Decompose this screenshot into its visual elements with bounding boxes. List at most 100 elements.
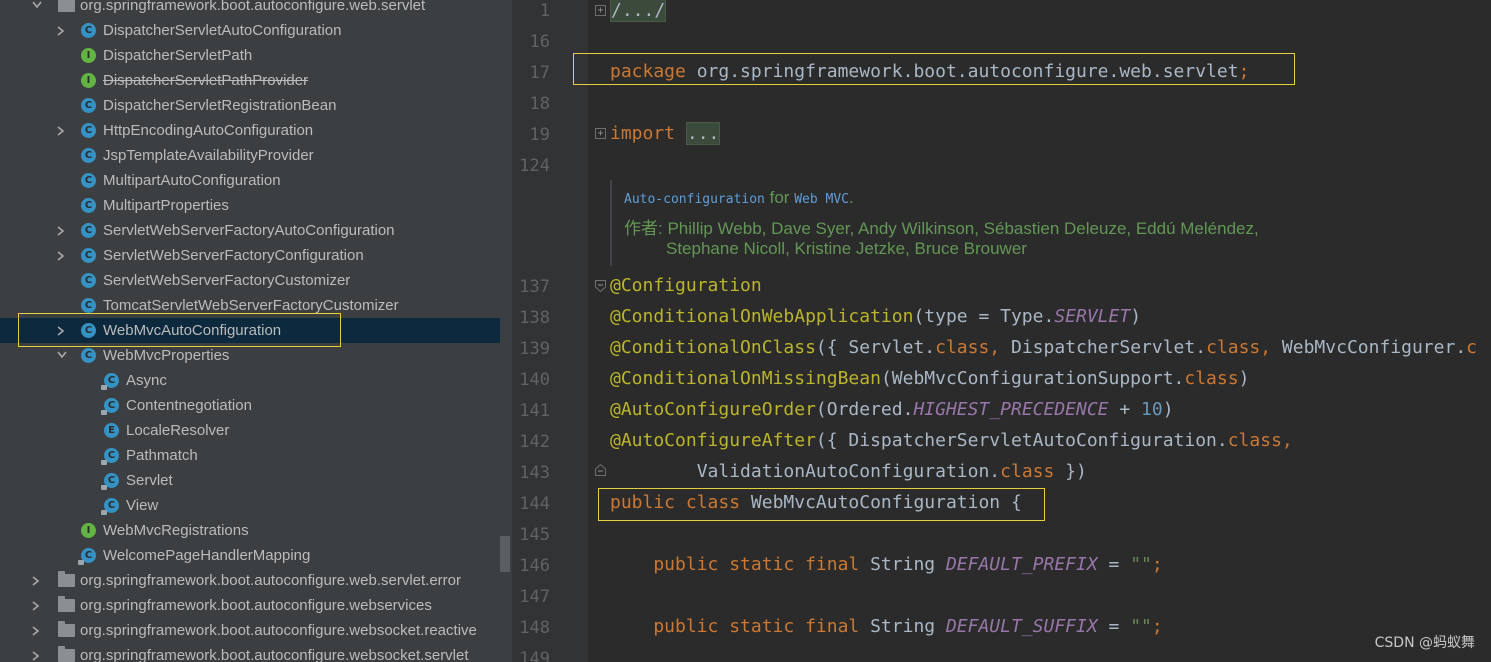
class-keyword: class, bbox=[1206, 337, 1282, 358]
code-line-146: public static final String DEFAULT_PREFI… bbox=[610, 554, 1163, 575]
tree-item[interactable]: C ServletWebServerFactoryAutoConfiguratio… bbox=[0, 218, 500, 243]
project-tree-scrollbar[interactable] bbox=[500, 536, 510, 572]
tree-item[interactable]: C JspTemplateAvailabilityProvider bbox=[0, 143, 500, 168]
doc-authors-line1: Phillip Webb, Dave Syer, Andy Wilkinson,… bbox=[667, 219, 1259, 238]
folder-icon bbox=[58, 571, 75, 587]
doc-code-webmvc: Web MVC bbox=[794, 192, 849, 207]
tree-item[interactable]: org.springframework.boot.autoconfigure.w… bbox=[0, 0, 500, 18]
class-icon: C bbox=[101, 448, 119, 465]
tree-item[interactable]: C Async bbox=[0, 368, 500, 393]
fold-open-icon[interactable] bbox=[595, 280, 606, 293]
string-literal: "" bbox=[1130, 616, 1152, 637]
code-text: (Ordered. bbox=[815, 399, 914, 420]
tree-item[interactable]: C DispatcherServletAutoConfiguration bbox=[0, 18, 500, 43]
chevron-right-icon[interactable] bbox=[30, 618, 44, 643]
type-name: String bbox=[870, 616, 946, 637]
chevron-right-icon[interactable] bbox=[55, 218, 69, 243]
code-text: = bbox=[1097, 616, 1131, 637]
tree-item[interactable]: C TomcatServletWebServerFactoryCustomizer bbox=[0, 293, 500, 318]
tree-item-label: Contentnegotiation bbox=[126, 397, 252, 414]
chevron-down-icon[interactable] bbox=[55, 343, 69, 368]
line-number: 17 bbox=[529, 63, 550, 83]
rendered-javadoc: Auto-configuration for Web MVC. 作者: Phil… bbox=[610, 180, 1370, 266]
class-keyword: class bbox=[1000, 461, 1055, 482]
line-number: 144 bbox=[519, 494, 550, 514]
code-editor[interactable]: 1 16 17 18 19 124 137 138 139 140 141 142 143 144 145 1… bbox=[512, 0, 1491, 662]
tree-item[interactable]: org.springframework.boot.autoconfigure.w… bbox=[0, 643, 500, 662]
class-icon: C bbox=[81, 323, 96, 338]
tree-item[interactable]: C View bbox=[0, 493, 500, 518]
tree-item[interactable]: C Contentnegotiation bbox=[0, 393, 500, 418]
chevron-right-icon[interactable] bbox=[55, 243, 69, 268]
tree-item-label: DispatcherServletRegistrationBean bbox=[103, 97, 337, 114]
class-icon: C bbox=[81, 298, 96, 313]
code-text: WebMvcConfigurer. bbox=[1281, 337, 1467, 358]
tree-item[interactable]: I WebMvcRegistrations bbox=[0, 518, 500, 543]
line-number: 124 bbox=[519, 156, 550, 176]
tree-item[interactable]: C WebMvcProperties bbox=[0, 343, 500, 368]
tree-item[interactable]: C ServletWebServerFactoryConfiguration bbox=[0, 243, 500, 268]
semicolon: ; bbox=[1238, 61, 1250, 82]
chevron-right-icon[interactable] bbox=[55, 118, 69, 143]
tree-item[interactable]: org.springframework.boot.autoconfigure.w… bbox=[0, 593, 500, 618]
chevron-right-icon[interactable] bbox=[30, 643, 44, 662]
enum-icon: E bbox=[104, 423, 119, 438]
tree-item[interactable]: org.springframework.boot.autoconfigure.w… bbox=[0, 568, 500, 593]
line-number: 16 bbox=[529, 32, 550, 52]
tree-item[interactable]: C HttpEncodingAutoConfiguration bbox=[0, 118, 500, 143]
semicolon: ; bbox=[1151, 554, 1163, 575]
tree-item[interactable]: C ServletWebServerFactoryCustomizer bbox=[0, 268, 500, 293]
fold-toggle-icon[interactable]: + bbox=[595, 5, 606, 16]
chevron-right-icon[interactable] bbox=[30, 568, 44, 593]
chevron-right-icon[interactable] bbox=[55, 18, 69, 43]
tree-item[interactable]: E LocaleResolver bbox=[0, 418, 500, 443]
line-number: 137 bbox=[519, 277, 550, 297]
folded-imports[interactable]: ... bbox=[685, 122, 721, 145]
fold-close-icon[interactable] bbox=[595, 463, 606, 476]
tree-item-label: ServletWebServerFactoryConfiguration bbox=[103, 247, 364, 264]
code-line-148: public static final String DEFAULT_SUFFI… bbox=[610, 616, 1162, 637]
tree-item[interactable]: C MultipartAutoConfiguration bbox=[0, 168, 500, 193]
tree-item-label: org.springframework.boot.autoconfigure.w… bbox=[80, 0, 426, 14]
tree-item[interactable]: C WelcomePageHandlerMapping bbox=[0, 543, 500, 568]
package-keyword: package bbox=[610, 61, 686, 82]
chevron-right-icon[interactable] bbox=[30, 593, 44, 618]
fold-toggle-icon[interactable]: + bbox=[595, 128, 606, 139]
code-text: ) bbox=[1162, 399, 1174, 420]
tree-item[interactable]: org.springframework.boot.autoconfigure.w… bbox=[0, 618, 500, 643]
tree-item-label: Pathmatch bbox=[126, 447, 198, 464]
tree-item[interactable]: C DispatcherServletRegistrationBean bbox=[0, 93, 500, 118]
chevron-right-icon[interactable] bbox=[55, 318, 69, 343]
public-class-keyword: public class bbox=[610, 492, 751, 513]
tree-item-label: WebMvcRegistrations bbox=[103, 522, 249, 539]
tree-item-label: MultipartProperties bbox=[103, 197, 229, 214]
code-text: DispatcherServlet. bbox=[1010, 337, 1207, 358]
tree-item[interactable]: C Servlet bbox=[0, 468, 500, 493]
tree-item-label: ServletWebServerFactoryCustomizer bbox=[103, 272, 351, 289]
tree-item[interactable]: I DispatcherServletPathProvider bbox=[0, 68, 500, 93]
line-number: 139 bbox=[519, 339, 550, 359]
interface-icon: I bbox=[81, 523, 96, 538]
tree-item[interactable]: C WebMvcAutoConfiguration bbox=[0, 318, 500, 343]
tree-item-label: DispatcherServletPathProvider bbox=[103, 72, 309, 89]
csdn-watermark: CSDN @蚂蚁舞 bbox=[1374, 635, 1475, 651]
code-text: ) bbox=[1130, 306, 1142, 327]
modifier-keywords: public static final bbox=[610, 616, 871, 637]
folded-header-comment[interactable]: /.../ bbox=[610, 0, 667, 22]
class-keyword: c bbox=[1466, 337, 1477, 358]
tree-item[interactable]: C Pathmatch bbox=[0, 443, 500, 468]
code-line-143: ValidationAutoConfiguration.class }) bbox=[610, 461, 1087, 482]
chevron-down-icon[interactable] bbox=[30, 0, 44, 18]
doc-author-label: 作者: bbox=[624, 219, 663, 238]
class-keyword: class, bbox=[935, 337, 1011, 358]
tree-item-label: ServletWebServerFactoryAutoConfiguration bbox=[103, 222, 395, 239]
line-number: 143 bbox=[519, 463, 550, 483]
project-tree-panel: org.springframework.boot.autoconfigure.w… bbox=[0, 0, 512, 662]
doc-authors-line2: Stephane Nicoll, Kristine Jetzke, Bruce … bbox=[666, 239, 1027, 258]
code-line-139: @ConditionalOnClass({ Servlet.class, Dis… bbox=[610, 337, 1477, 358]
static-field: SERVLET bbox=[1054, 306, 1131, 327]
tree-item[interactable]: I DispatcherServletPath bbox=[0, 43, 500, 68]
tree-item[interactable]: C MultipartProperties bbox=[0, 193, 500, 218]
line-number: 146 bbox=[519, 556, 550, 576]
class-icon: C bbox=[81, 148, 96, 163]
